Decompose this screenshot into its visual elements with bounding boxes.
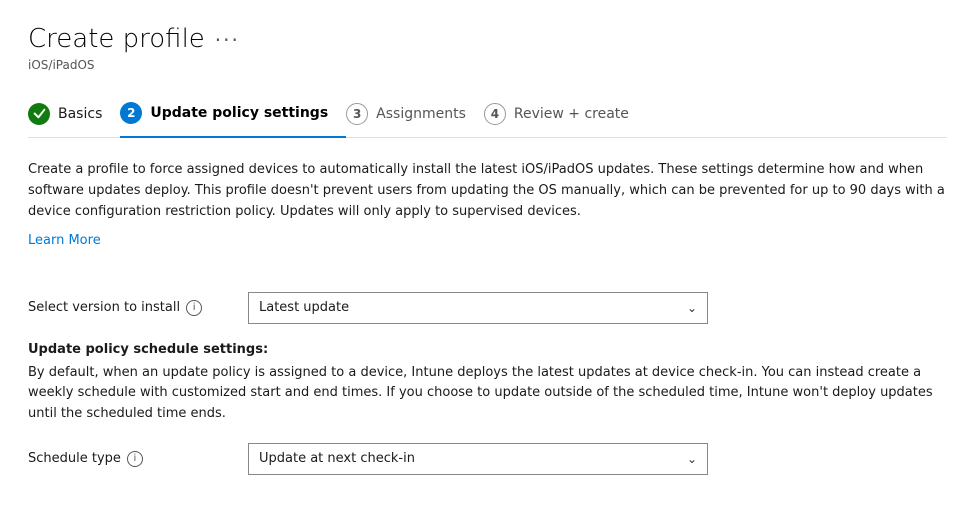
select-version-row: Select version to install i Latest updat…	[28, 292, 947, 324]
schedule-type-row: Schedule type i Update at next check-in …	[28, 443, 947, 475]
schedule-section-title: Update policy schedule settings:	[28, 342, 947, 357]
schedule-type-dropdown[interactable]: Update at next check-in ⌄	[248, 443, 708, 475]
step-review-create-label: Review + create	[514, 106, 629, 122]
form-section: Select version to install i Latest updat…	[28, 292, 947, 475]
page-title-more[interactable]: ···	[215, 28, 240, 52]
page-header: Create profile ··· iOS/iPadOS	[28, 24, 947, 72]
schedule-type-info-icon[interactable]: i	[127, 451, 143, 467]
step-basics-label: Basics	[58, 106, 102, 122]
step-review-create-circle: 4	[484, 103, 506, 125]
select-version-chevron-icon: ⌄	[687, 301, 697, 315]
select-version-dropdown[interactable]: Latest update ⌄	[248, 292, 708, 324]
page-title: Create profile	[28, 24, 205, 55]
learn-more-link[interactable]: Learn More	[28, 233, 101, 248]
step-review-create[interactable]: 4 Review + create	[484, 93, 647, 137]
page-subtitle: iOS/iPadOS	[28, 58, 947, 72]
step-update-policy-label: Update policy settings	[150, 105, 328, 121]
content-description: Create a profile to force assigned devic…	[28, 160, 947, 222]
step-update-policy-circle: 2	[120, 102, 142, 124]
schedule-type-label: Schedule type i	[28, 451, 248, 467]
schedule-section-desc: By default, when an update policy is ass…	[28, 363, 947, 425]
step-update-policy[interactable]: 2 Update policy settings	[120, 92, 346, 138]
step-basics[interactable]: Basics	[28, 93, 120, 137]
step-basics-circle	[28, 103, 50, 125]
schedule-type-chevron-icon: ⌄	[687, 452, 697, 466]
step-assignments-circle: 3	[346, 103, 368, 125]
step-assignments-label: Assignments	[376, 106, 466, 122]
step-assignments[interactable]: 3 Assignments	[346, 93, 484, 137]
select-version-label: Select version to install i	[28, 300, 248, 316]
wizard-steps: Basics 2 Update policy settings 3 Assign…	[28, 92, 947, 138]
select-version-info-icon[interactable]: i	[186, 300, 202, 316]
